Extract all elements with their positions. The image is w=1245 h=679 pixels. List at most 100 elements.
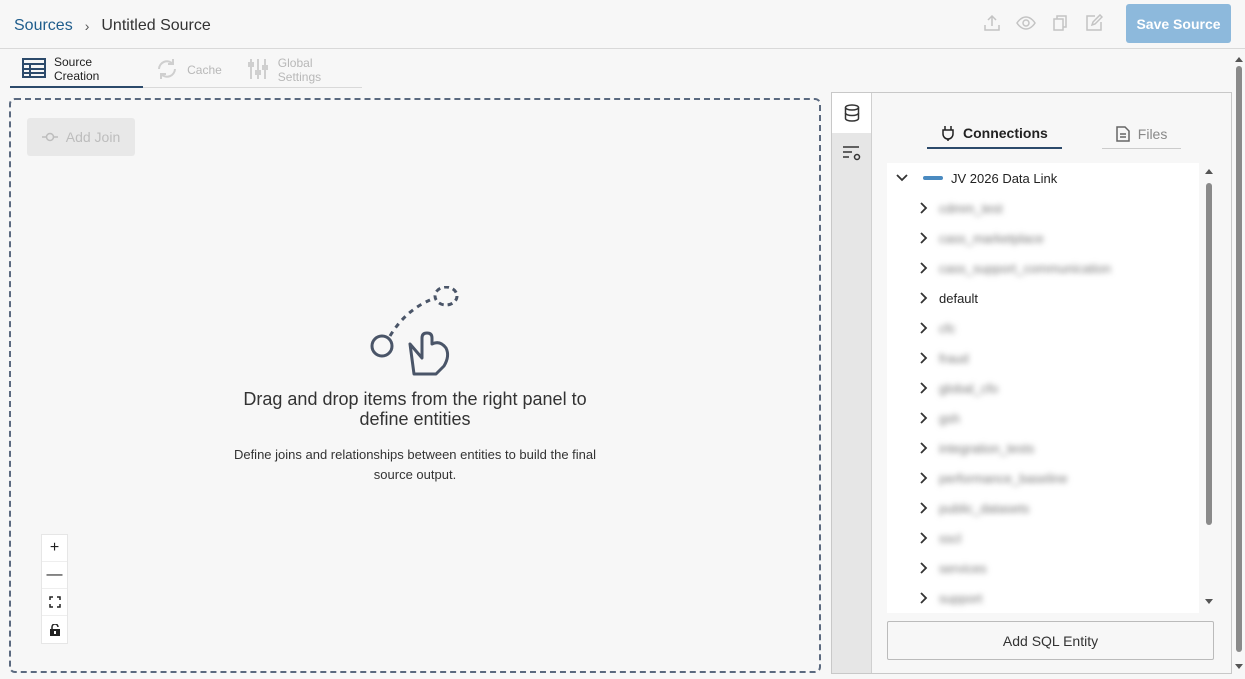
schema-label: gsh	[939, 410, 960, 426]
tree-schema-row[interactable]: cass_support_communication	[887, 253, 1199, 283]
tab-cache[interactable]: Cache	[143, 52, 234, 88]
add-join-button[interactable]: Add Join	[27, 118, 135, 156]
schema-label: integration_tests	[939, 440, 1035, 456]
top-bar: Sources › Untitled Source Save Source	[0, 0, 1245, 49]
sidebar-item-settings[interactable]	[832, 133, 871, 173]
file-icon	[1116, 125, 1130, 142]
chevron-right-icon[interactable]	[917, 531, 931, 545]
tree-schema-row[interactable]: fraud	[887, 343, 1199, 373]
breadcrumb-sources-link[interactable]: Sources	[14, 17, 73, 35]
tab-label: Connections	[963, 125, 1048, 141]
edit-icon[interactable]	[1084, 13, 1104, 33]
empty-title-line: Drag and drop items from the right panel…	[243, 389, 587, 409]
add-sql-entity-button[interactable]: Add SQL Entity	[887, 621, 1214, 660]
chevron-down-icon[interactable]	[895, 171, 909, 185]
list-settings-icon	[842, 146, 860, 161]
tree-schema-row[interactable]: cfc	[887, 313, 1199, 343]
empty-title: Drag and drop items from the right panel…	[11, 389, 819, 429]
copy-icon[interactable]	[1050, 13, 1070, 33]
source-tabs: Source Creation Cache Global Settings	[10, 52, 362, 88]
tree-schema-row[interactable]: cass_marketplace	[887, 223, 1199, 253]
right-panel: Connections Files JV 2026 Data Link cdmm…	[831, 92, 1232, 674]
connection-tree: JV 2026 Data Link cdmm_test cass_marketpl…	[887, 163, 1199, 613]
tab-source-creation[interactable]: Source Creation	[10, 52, 144, 88]
chevron-right-icon[interactable]	[917, 261, 931, 275]
refresh-icon	[155, 57, 179, 84]
fit-view-icon	[48, 596, 61, 608]
empty-subtitle-line: Define joins and relationships between e…	[233, 447, 597, 462]
zoom-in-button[interactable]: +	[42, 535, 67, 562]
schema-label: cfc	[939, 320, 956, 336]
connection-name: JV 2026 Data Link	[951, 170, 1058, 186]
lock-button[interactable]	[42, 616, 67, 643]
tab-label: Files	[1137, 125, 1168, 142]
chevron-right-icon[interactable]	[917, 561, 931, 575]
tree-connection-row[interactable]: JV 2026 Data Link	[887, 163, 1199, 193]
tree-schema-row[interactable]: default	[887, 283, 1199, 313]
chevron-right-icon[interactable]	[917, 231, 931, 245]
schema-label: support	[939, 590, 983, 606]
tab-label: Global Settings	[277, 56, 322, 84]
tab-label: Source Creation	[54, 55, 100, 83]
empty-subtitle-line: source output.	[373, 467, 457, 482]
tree-schema-row[interactable]: support	[887, 583, 1199, 613]
tab-label: Cache	[187, 63, 222, 77]
chevron-right-icon[interactable]	[917, 201, 931, 215]
database-icon	[844, 104, 859, 122]
join-icon	[41, 129, 58, 145]
table-icon	[22, 57, 46, 81]
sidebar-item-database[interactable]	[832, 93, 871, 133]
schema-label: fraud	[939, 350, 969, 366]
tree-schema-row[interactable]: gsh	[887, 403, 1199, 433]
tree-schema-row[interactable]: sscl	[887, 523, 1199, 553]
breadcrumb-separator: ›	[84, 18, 90, 34]
chevron-right-icon[interactable]	[917, 321, 931, 335]
chevron-right-icon[interactable]	[917, 381, 931, 395]
page-scrollbar[interactable]	[1233, 52, 1245, 674]
tab-global-settings[interactable]: Global Settings	[234, 52, 362, 88]
eye-icon[interactable]	[1016, 13, 1036, 33]
chevron-right-icon[interactable]	[917, 471, 931, 485]
tree-schema-row[interactable]: services	[887, 553, 1199, 583]
entity-canvas[interactable]: Add Join Drag and drop items from the ri…	[9, 98, 821, 673]
chevron-right-icon[interactable]	[917, 411, 931, 425]
right-panel-main: Connections Files JV 2026 Data Link cdmm…	[872, 93, 1231, 673]
drag-drop-icon	[370, 285, 459, 376]
chevron-right-icon[interactable]	[917, 441, 931, 455]
breadcrumb: Sources › Untitled Source	[14, 17, 211, 35]
tree-scrollbar[interactable]	[1202, 163, 1216, 613]
tree-schema-row[interactable]: public_datasets	[887, 493, 1199, 523]
empty-state: Drag and drop items from the right panel…	[11, 285, 819, 485]
tree-schema-row[interactable]: integration_tests	[887, 433, 1199, 463]
connection-logo-icon	[923, 176, 943, 180]
zoom-controls: + —	[41, 534, 68, 644]
schema-label: sscl	[939, 530, 962, 546]
unlock-icon	[49, 623, 60, 636]
schema-label: public_datasets	[939, 500, 1030, 516]
breadcrumb-current: Untitled Source	[101, 17, 211, 34]
tab-files[interactable]: Files	[1101, 125, 1182, 149]
tree-schema-row[interactable]: cdmm_test	[887, 193, 1199, 223]
sliders-icon	[246, 57, 270, 84]
chevron-right-icon[interactable]	[917, 291, 931, 305]
toolbar-icons	[982, 13, 1104, 33]
fit-view-button[interactable]	[42, 589, 67, 616]
connection-tabs: Connections Files	[927, 125, 1182, 149]
chevron-right-icon[interactable]	[917, 351, 931, 365]
chevron-right-icon[interactable]	[917, 501, 931, 515]
schema-label: services	[939, 560, 987, 576]
save-source-button[interactable]: Save Source	[1126, 4, 1231, 43]
empty-subtitle: Define joins and relationships between e…	[11, 445, 819, 485]
zoom-out-button[interactable]: —	[42, 562, 67, 589]
schema-label: cdmm_test	[939, 200, 1003, 216]
schema-label: performance_baseline	[939, 470, 1068, 486]
tab-connections[interactable]: Connections	[927, 125, 1062, 149]
export-icon[interactable]	[982, 13, 1002, 33]
schema-label: cass_support_communication	[939, 260, 1111, 276]
chevron-right-icon[interactable]	[917, 591, 931, 605]
tree-schema-row[interactable]: global_cfo	[887, 373, 1199, 403]
empty-title-line: define entities	[359, 409, 471, 429]
tree-schema-row[interactable]: performance_baseline	[887, 463, 1199, 493]
schema-label: default	[939, 290, 979, 306]
schema-label: cass_marketplace	[939, 230, 1044, 246]
